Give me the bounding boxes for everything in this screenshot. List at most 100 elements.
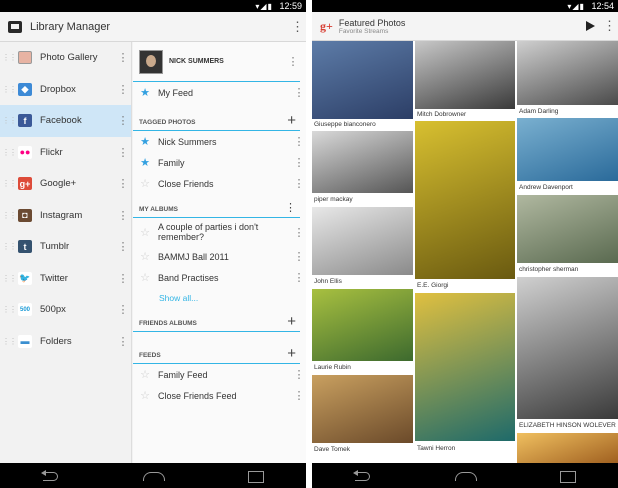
drag-handle-icon[interactable]: ⋮⋮	[0, 148, 18, 157]
album-row[interactable]: ☆ BAMMJ Ball 2011 ⋮	[133, 246, 306, 267]
star-icon[interactable]: ☆	[139, 250, 151, 263]
photo-tile[interactable]	[312, 207, 413, 275]
my-feed-label: My Feed	[158, 87, 194, 98]
drag-handle-icon[interactable]: ⋮⋮	[0, 337, 18, 346]
add-icon[interactable]: +	[287, 314, 296, 329]
profile-overflow-icon[interactable]: ⋮	[286, 55, 300, 68]
my-albums-header: MY ALBUMS ⋮	[133, 196, 300, 218]
add-icon[interactable]: +	[287, 113, 296, 128]
dropbox-icon: ◆	[18, 82, 32, 96]
photo-tile[interactable]	[517, 118, 618, 181]
drag-handle-icon[interactable]: ⋮⋮	[0, 305, 18, 314]
drawer-item-tumblr[interactable]: ⋮⋮ t Tumblr ⋮	[0, 231, 131, 263]
photo-tile[interactable]	[517, 433, 618, 463]
instagram-icon: ◘	[18, 208, 32, 222]
tagged-photo-row[interactable]: ★ Family ⋮	[133, 152, 306, 173]
library-app-icon[interactable]	[8, 20, 22, 33]
star-icon[interactable]: ★	[139, 135, 151, 148]
feed-row[interactable]: ☆ Family Feed ⋮	[133, 364, 306, 385]
show-all-link[interactable]: Show all...	[133, 288, 306, 308]
star-icon[interactable]: ☆	[139, 368, 151, 381]
google-plus-icon: g+	[18, 177, 32, 191]
drawer-item-folder[interactable]: ⋮⋮ ▬ Folders ⋮	[0, 326, 131, 358]
overflow-icon[interactable]: ⋮	[115, 51, 131, 64]
recent-apps-icon[interactable]	[245, 470, 265, 483]
overflow-icon[interactable]: ⋮	[292, 86, 306, 99]
album-row[interactable]: ☆ A couple of parties i don't remember? ⋮	[133, 218, 306, 246]
overflow-icon[interactable]: ⋮	[292, 177, 306, 190]
drag-handle-icon[interactable]: ⋮⋮	[0, 53, 18, 62]
drawer-item-twitter[interactable]: ⋮⋮ 🐦 Twitter ⋮	[0, 263, 131, 295]
grid-column: Mitch Dobrowner E.E. Giorgi Tawni Herron	[415, 41, 515, 463]
overflow-icon[interactable]: ⋮	[292, 250, 306, 263]
star-icon[interactable]: ★	[139, 156, 151, 169]
back-icon[interactable]	[41, 469, 61, 482]
tagged-photo-row[interactable]: ★ Nick Summers ⋮	[133, 131, 306, 152]
drawer-item-photo-gallery[interactable]: ⋮⋮ Photo Gallery ⋮	[0, 42, 131, 74]
photo-tile[interactable]	[415, 293, 515, 441]
overflow-icon[interactable]: ⋮	[292, 368, 306, 381]
overflow-icon[interactable]: ⋮	[285, 203, 296, 214]
overflow-icon[interactable]: ⋮	[292, 156, 306, 169]
star-icon[interactable]: ☆	[139, 177, 151, 190]
overflow-icon[interactable]: ⋮	[115, 335, 131, 348]
drag-handle-icon[interactable]: ⋮⋮	[0, 179, 18, 188]
overflow-icon[interactable]: ⋮	[292, 271, 306, 284]
feed-row[interactable]: ☆ Close Friends Feed ⋮	[133, 385, 306, 406]
photo-tile[interactable]	[312, 41, 413, 119]
avatar	[139, 49, 163, 74]
drawer-item-dropbox[interactable]: ⋮⋮ ◆ Dropbox ⋮	[0, 74, 131, 106]
overflow-icon[interactable]: ⋮	[115, 240, 131, 253]
photo-tile[interactable]	[415, 121, 515, 279]
play-slideshow-icon[interactable]	[586, 21, 595, 31]
home-icon[interactable]	[143, 470, 165, 482]
drag-handle-icon[interactable]: ⋮⋮	[0, 116, 18, 125]
overflow-icon[interactable]: ⋮	[115, 272, 131, 285]
star-icon[interactable]: ☆	[139, 389, 151, 402]
drag-handle-icon[interactable]: ⋮⋮	[0, 85, 18, 94]
tagged-photo-row[interactable]: ☆ Close Friends ⋮	[133, 173, 306, 194]
photo-tile[interactable]	[517, 41, 618, 105]
profile-header[interactable]: NICK SUMMERS ⋮	[133, 42, 300, 82]
star-icon[interactable]: ☆	[139, 226, 151, 239]
photo-tile[interactable]	[517, 195, 618, 263]
home-icon[interactable]	[455, 470, 477, 482]
photo-tile[interactable]	[517, 277, 618, 419]
star-icon[interactable]: ☆	[139, 271, 151, 284]
overflow-icon[interactable]: ⋮	[292, 135, 306, 148]
drawer-item-flickr[interactable]: ⋮⋮ ●● Flickr ⋮	[0, 137, 131, 169]
drawer-item-label: Flickr	[40, 146, 63, 158]
overflow-icon[interactable]: ⋮	[115, 303, 131, 316]
overflow-icon[interactable]: ⋮	[292, 389, 306, 402]
title-block[interactable]: Featured Photos Favorite Streams	[339, 18, 406, 35]
drag-handle-icon[interactable]: ⋮⋮	[0, 211, 18, 220]
recent-apps-icon[interactable]	[557, 470, 577, 483]
drawer-item-500px[interactable]: ⋮⋮ 500 500px ⋮	[0, 294, 131, 326]
drag-handle-icon[interactable]: ⋮⋮	[0, 242, 18, 251]
overflow-icon[interactable]: ⋮	[115, 114, 131, 127]
star-icon[interactable]: ★	[139, 86, 151, 99]
my-feed-row[interactable]: ★ My Feed ⋮	[133, 82, 306, 103]
overflow-icon[interactable]: ⋮	[115, 146, 131, 159]
back-icon[interactable]	[353, 469, 373, 482]
photo-caption: Adam Darling	[519, 108, 559, 115]
add-icon[interactable]: +	[287, 346, 296, 361]
drawer-item-facebook[interactable]: ⋮⋮ f Facebook ⋮	[0, 105, 131, 137]
photo-caption: Tawni Herron	[417, 445, 456, 452]
overflow-icon[interactable]: ⋮	[115, 177, 131, 190]
photo-tile[interactable]	[312, 289, 413, 361]
album-row[interactable]: ☆ Band Practises ⋮	[133, 267, 306, 288]
photo-tile[interactable]	[415, 41, 515, 109]
google-plus-icon[interactable]: g+	[320, 19, 333, 34]
overflow-icon[interactable]: ⋮	[115, 209, 131, 222]
photo-tile[interactable]	[312, 375, 413, 443]
drawer-item-google-plus[interactable]: ⋮⋮ g+ Google+ ⋮	[0, 168, 131, 200]
drag-handle-icon[interactable]: ⋮⋮	[0, 274, 18, 283]
grid-column: Giuseppe bianconero piper mackay John El…	[312, 41, 413, 463]
photo-tile[interactable]	[312, 131, 413, 193]
overflow-icon[interactable]: ⋮	[115, 83, 131, 96]
drawer-item-instagram[interactable]: ⋮⋮ ◘ Instagram ⋮	[0, 200, 131, 232]
overflow-menu-icon[interactable]: ⋮	[291, 19, 304, 35]
overflow-menu-icon[interactable]: ⋮	[603, 18, 616, 34]
overflow-icon[interactable]: ⋮	[292, 226, 306, 239]
